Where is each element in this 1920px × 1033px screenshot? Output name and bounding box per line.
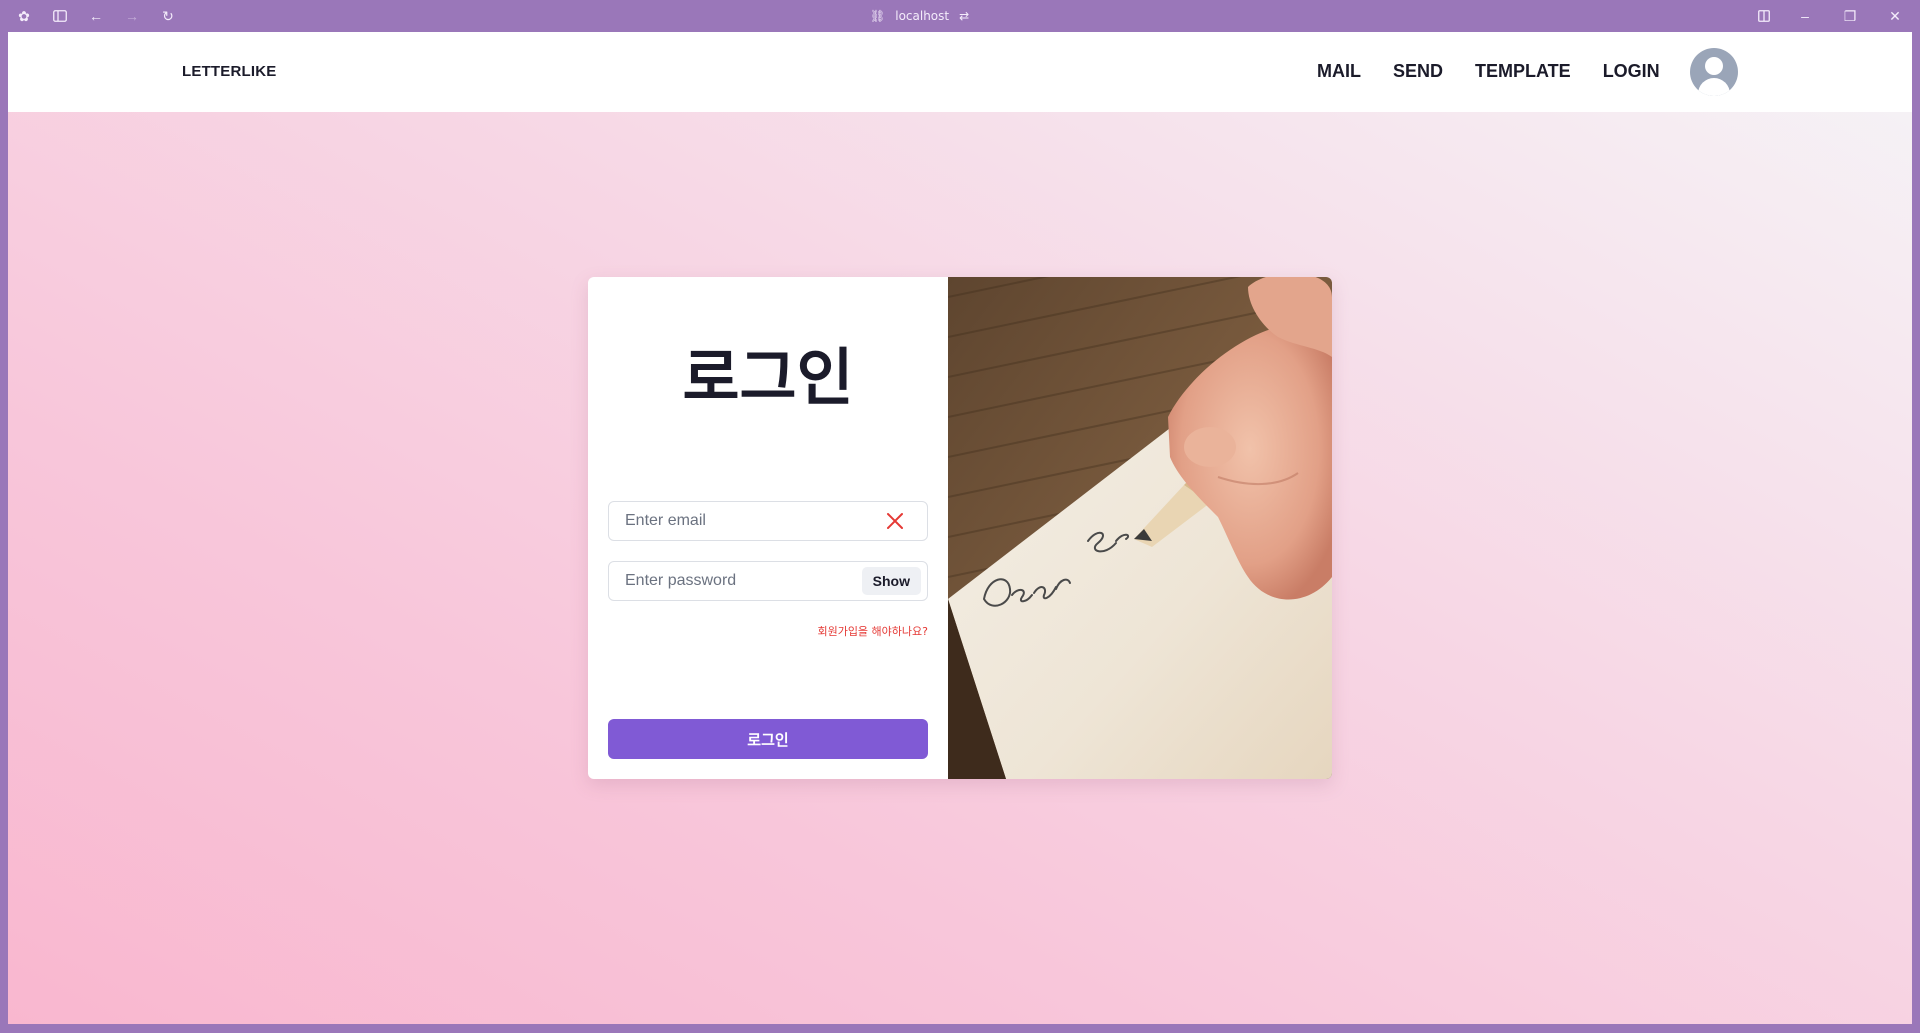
page-title: 로그인 (682, 341, 854, 414)
top-navbar: LETTERLIKE MAIL SEND TEMPLATE LOGIN (8, 32, 1912, 112)
login-card: 로그인 Show 회원가입을 해야하나요? 로그인 (588, 277, 1332, 779)
address-bar[interactable]: ⛓ localhost ⇄ (870, 6, 990, 26)
url-text: localhost (895, 9, 950, 23)
signup-link[interactable]: 회원가입을 해야하나요? (817, 623, 928, 639)
handwriting-photo (948, 277, 1332, 779)
brand-logo[interactable]: LETTERLIKE (182, 63, 277, 80)
back-arrow-icon[interactable]: ← (86, 6, 106, 26)
user-avatar-icon[interactable] (1690, 48, 1738, 96)
split-view-icon[interactable] (1754, 6, 1774, 26)
login-button[interactable]: 로그인 (608, 719, 928, 759)
nav-link-template[interactable]: TEMPLATE (1475, 61, 1571, 82)
reload-icon[interactable]: ↻ (158, 6, 178, 26)
login-form: 로그인 Show 회원가입을 해야하나요? 로그인 (588, 277, 948, 779)
email-field[interactable] (608, 501, 928, 541)
clear-x-icon[interactable] (885, 511, 905, 531)
link-icon: ⛓ (870, 9, 886, 23)
browser-chrome: ✿ ← → ↻ ⛓ localhost ⇄ – ❐ ✕ (0, 0, 1920, 32)
nav-link-login[interactable]: LOGIN (1603, 61, 1660, 82)
nav-link-mail[interactable]: MAIL (1317, 61, 1361, 82)
page-viewport: LETTERLIKE MAIL SEND TEMPLATE LOGIN 로그인 (8, 32, 1912, 1024)
minimize-icon[interactable]: – (1795, 6, 1815, 26)
email-input[interactable] (625, 502, 865, 540)
sidebar-toggle-icon[interactable] (50, 6, 70, 26)
show-password-button[interactable]: Show (861, 567, 921, 595)
forward-arrow-icon[interactable]: → (122, 6, 142, 26)
extensions-icon[interactable]: ✿ (14, 6, 34, 26)
restore-icon[interactable]: ❐ (1840, 6, 1860, 26)
nav-links: MAIL SEND TEMPLATE LOGIN (1317, 61, 1660, 82)
site-settings-icon[interactable]: ⇄ (959, 9, 969, 23)
close-icon[interactable]: ✕ (1885, 6, 1905, 26)
password-field[interactable]: Show (608, 561, 928, 601)
nav-link-send[interactable]: SEND (1393, 61, 1443, 82)
password-input[interactable] (625, 562, 865, 600)
